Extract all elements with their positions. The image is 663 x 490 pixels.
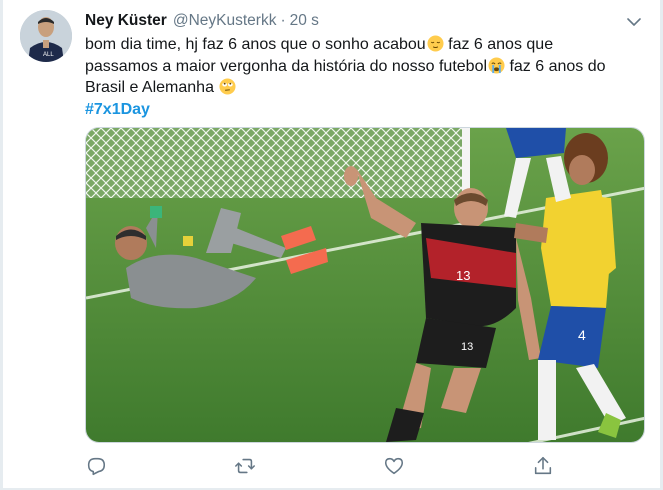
tweet-text-segment: passamos a maior vergonha da história do… xyxy=(85,57,488,75)
chevron-down-icon[interactable] xyxy=(626,14,642,30)
crying-face-icon xyxy=(488,56,505,74)
tweet-text-line: passamos a maior vergonha da história do… xyxy=(85,56,650,78)
hashtag-link[interactable]: #7x1Day xyxy=(85,101,150,118)
tweet-text-line: Brasil e Alemanha xyxy=(85,77,650,99)
shorts-number: 13 xyxy=(461,341,473,353)
like-icon[interactable] xyxy=(383,455,405,477)
tweet-timestamp[interactable]: 20 s xyxy=(290,12,319,29)
author-handle[interactable]: @NeyKusterkk xyxy=(173,12,277,29)
avatar-image: ALL xyxy=(20,10,72,62)
tweet-photo[interactable]: 13 13 4 xyxy=(85,127,645,443)
tweet-text-segment: faz 6 anos que xyxy=(443,36,554,53)
avatar[interactable]: ALL xyxy=(20,10,72,62)
header-separator: · xyxy=(280,12,286,29)
goal-net xyxy=(86,128,466,198)
tweet-text-line: #7x1Day xyxy=(85,99,650,121)
tweet-text-segment: Brasil e Alemanha xyxy=(85,79,214,96)
jersey-number: 13 xyxy=(456,268,470,283)
tweet-text-segment: faz 6 anos do xyxy=(505,57,606,75)
tweet-text-line: bom dia time, hj faz 6 anos que o sonho … xyxy=(85,34,650,56)
author-name[interactable]: Ney Küster xyxy=(85,12,167,29)
jersey-number: 4 xyxy=(578,327,586,343)
reply-icon[interactable] xyxy=(85,455,107,477)
match-photo: 13 13 4 xyxy=(86,128,644,442)
rolling-eyes-face-icon xyxy=(219,78,236,95)
tweet-actions xyxy=(85,455,645,477)
tweet-card[interactable]: ALL Ney Küster @NeyKusterkk · 20 s bom dia … xyxy=(3,0,660,489)
tweet-text: bom dia time, hj faz 6 anos que o sonho … xyxy=(85,34,650,120)
tweet-text-segment: bom dia time, hj faz 6 anos que o sonho … xyxy=(85,36,426,53)
share-icon[interactable] xyxy=(532,455,554,477)
svg-text:ALL: ALL xyxy=(43,52,54,58)
relieved-face-icon xyxy=(427,35,444,52)
retweet-icon[interactable] xyxy=(234,455,256,477)
goal-post xyxy=(462,128,470,198)
tweet-header: Ney Küster @NeyKusterkk · 20 s xyxy=(85,11,319,31)
